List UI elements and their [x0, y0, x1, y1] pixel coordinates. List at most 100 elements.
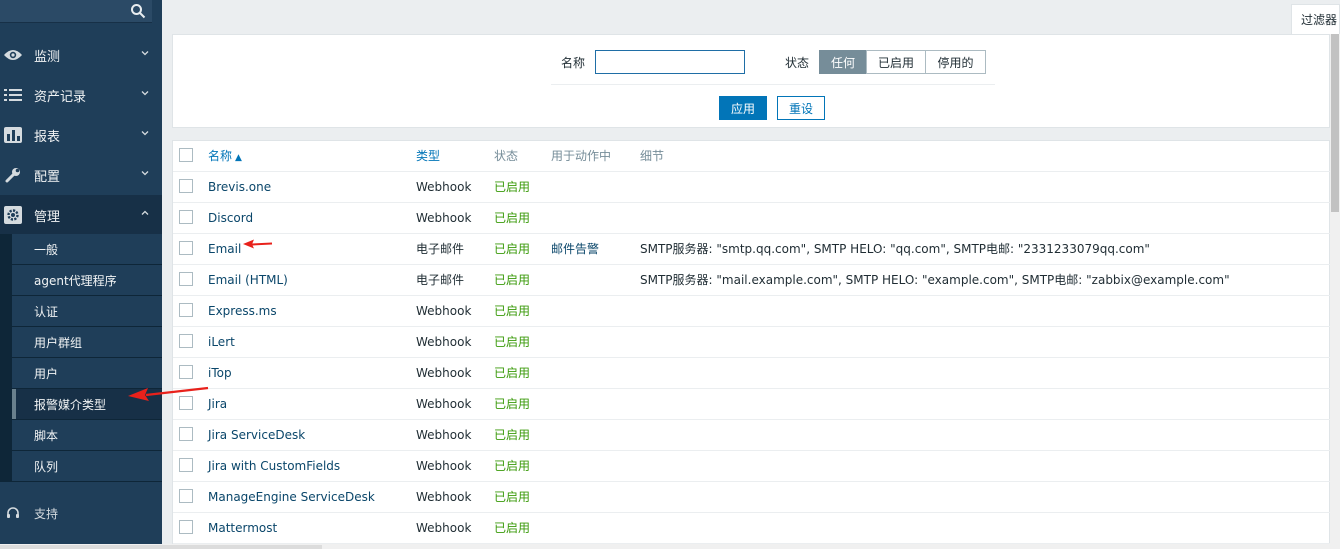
- wrench-icon: [2, 166, 24, 184]
- media-type-type: 电子邮件: [416, 273, 465, 287]
- table-row: iLert Webhook 已启用: [173, 327, 1331, 358]
- media-type-name-link[interactable]: Email: [208, 234, 241, 264]
- bar-chart-icon: [2, 126, 24, 144]
- submenu-item-scripts[interactable]: 脚本: [12, 420, 162, 450]
- nav-administration[interactable]: 管理: [0, 195, 162, 235]
- submenu-label: agent代理程序: [34, 273, 117, 288]
- nav-label: 监测: [34, 49, 61, 65]
- chevron-down-icon: [141, 171, 149, 176]
- media-type-status[interactable]: 已启用: [494, 265, 530, 295]
- row-checkbox[interactable]: [179, 241, 193, 255]
- media-type-name-link[interactable]: Discord: [208, 203, 253, 233]
- media-type-name-link[interactable]: iTop: [208, 358, 232, 388]
- annotation-arrow-media-types: [128, 386, 209, 401]
- name-filter-input[interactable]: [595, 50, 745, 74]
- table-row: Brevis.one Webhook 已启用: [173, 172, 1331, 203]
- submenu-item-general[interactable]: 一般: [12, 234, 162, 264]
- media-type-status[interactable]: 已启用: [494, 482, 530, 512]
- chevron-down-icon: [141, 51, 149, 56]
- select-all-checkbox[interactable]: [179, 148, 193, 162]
- status-filter-label: 状态: [785, 56, 810, 70]
- media-type-type: Webhook: [416, 304, 472, 318]
- horizontal-scrollbar-thumb[interactable]: [0, 545, 322, 549]
- media-type-status[interactable]: 已启用: [494, 234, 530, 264]
- media-type-type: Webhook: [416, 366, 472, 380]
- chevron-down-icon: [141, 91, 149, 96]
- media-type-status[interactable]: 已启用: [494, 389, 530, 419]
- header-type[interactable]: 类型: [416, 141, 440, 171]
- search-icon[interactable]: [130, 3, 146, 19]
- row-checkbox[interactable]: [179, 303, 193, 317]
- media-type-type: Webhook: [416, 459, 472, 473]
- media-types-table: 名称 ▲ 类型 状态 用于动作中 细节 Brevis.one Webhook 已启用 D…: [172, 140, 1331, 549]
- status-option-enabled[interactable]: 已启用: [866, 50, 926, 74]
- media-type-status[interactable]: 已启用: [494, 296, 530, 326]
- submenu-label: 用户群组: [34, 335, 83, 350]
- submenu-label: 用户: [34, 366, 59, 381]
- media-type-details: SMTP服务器: "smtp.qq.com", SMTP HELO: "qq.c…: [640, 242, 1150, 256]
- status-option-any[interactable]: 任何: [819, 50, 867, 74]
- nav-label: 配置: [34, 169, 61, 185]
- nav-inventory[interactable]: 资产记录: [0, 75, 162, 115]
- media-type-name-link[interactable]: Jira with CustomFields: [208, 451, 340, 481]
- media-type-type: Webhook: [416, 521, 472, 535]
- submenu-label: 认证: [34, 304, 59, 319]
- row-checkbox[interactable]: [179, 334, 193, 348]
- apply-button[interactable]: 应用: [719, 96, 767, 120]
- media-type-status[interactable]: 已启用: [494, 420, 530, 450]
- nav-label: 资产记录: [34, 89, 87, 105]
- annotation-arrow-email: [243, 239, 273, 249]
- media-type-name-link[interactable]: Brevis.one: [208, 172, 271, 202]
- media-type-name-link[interactable]: Mattermost: [208, 513, 277, 543]
- row-checkbox[interactable]: [179, 179, 193, 193]
- table-row: Email 电子邮件 已启用 邮件告警 SMTP服务器: "smtp.qq.com", …: [173, 234, 1331, 265]
- nav-monitoring[interactable]: 监测: [0, 35, 162, 75]
- support-link[interactable]: 支持: [0, 495, 162, 531]
- nav-label: 报表: [34, 129, 61, 145]
- media-type-name-link[interactable]: Jira ServiceDesk: [208, 420, 305, 450]
- filter-tab[interactable]: 过滤器: [1291, 4, 1340, 34]
- sort-asc-icon: ▲: [235, 153, 242, 163]
- submenu-item-agent-proxies[interactable]: agent代理程序: [12, 265, 162, 295]
- reset-button[interactable]: 重设: [777, 96, 825, 120]
- row-checkbox[interactable]: [179, 210, 193, 224]
- submenu-item-user-groups[interactable]: 用户群组: [12, 327, 162, 357]
- nav-configuration[interactable]: 配置: [0, 155, 162, 195]
- media-type-status[interactable]: 已启用: [494, 172, 530, 202]
- table-row: Discord Webhook 已启用: [173, 203, 1331, 234]
- row-checkbox[interactable]: [179, 489, 193, 503]
- media-type-name-link[interactable]: Jira: [208, 389, 227, 419]
- media-type-name-link[interactable]: Email (HTML): [208, 265, 288, 295]
- support-label: 支持: [34, 506, 59, 521]
- media-type-action-link[interactable]: 邮件告警: [551, 234, 599, 264]
- media-type-status[interactable]: 已启用: [494, 451, 530, 481]
- vertical-scrollbar-thumb[interactable]: [1331, 34, 1339, 212]
- chevron-up-icon: [141, 210, 149, 215]
- row-checkbox[interactable]: [179, 458, 193, 472]
- status-option-disabled[interactable]: 停用的: [925, 50, 986, 74]
- filter-divider: [551, 84, 995, 85]
- media-type-name-link[interactable]: iLert: [208, 327, 235, 357]
- row-checkbox[interactable]: [179, 365, 193, 379]
- media-type-status[interactable]: 已启用: [494, 327, 530, 357]
- sidebar-search-input[interactable]: [0, 0, 152, 23]
- media-type-name-link[interactable]: Express.ms: [208, 296, 277, 326]
- nav-label: 管理: [34, 209, 61, 225]
- submenu-label: 脚本: [34, 428, 59, 443]
- media-type-status[interactable]: 已启用: [494, 513, 530, 543]
- nav-reports[interactable]: 报表: [0, 115, 162, 155]
- sidebar: 监测 资产记录 报表 配置 管理 一般 agent代理程序 认证 用户群组 用户…: [0, 0, 162, 549]
- submenu-item-authentication[interactable]: 认证: [12, 296, 162, 326]
- row-checkbox[interactable]: [179, 520, 193, 534]
- row-checkbox[interactable]: [179, 272, 193, 286]
- table-row: ManageEngine ServiceDesk Webhook 已启用: [173, 482, 1331, 513]
- gear-icon: [2, 206, 24, 224]
- header-name[interactable]: 名称 ▲: [208, 141, 242, 171]
- admin-submenu: 一般 agent代理程序 认证 用户群组 用户 报警媒介类型 脚本 队列: [0, 234, 162, 482]
- media-type-status[interactable]: 已启用: [494, 358, 530, 388]
- media-type-status[interactable]: 已启用: [494, 203, 530, 233]
- row-checkbox[interactable]: [179, 427, 193, 441]
- name-filter-label: 名称: [561, 56, 586, 70]
- media-type-name-link[interactable]: ManageEngine ServiceDesk: [208, 482, 375, 512]
- submenu-item-queue[interactable]: 队列: [12, 451, 162, 481]
